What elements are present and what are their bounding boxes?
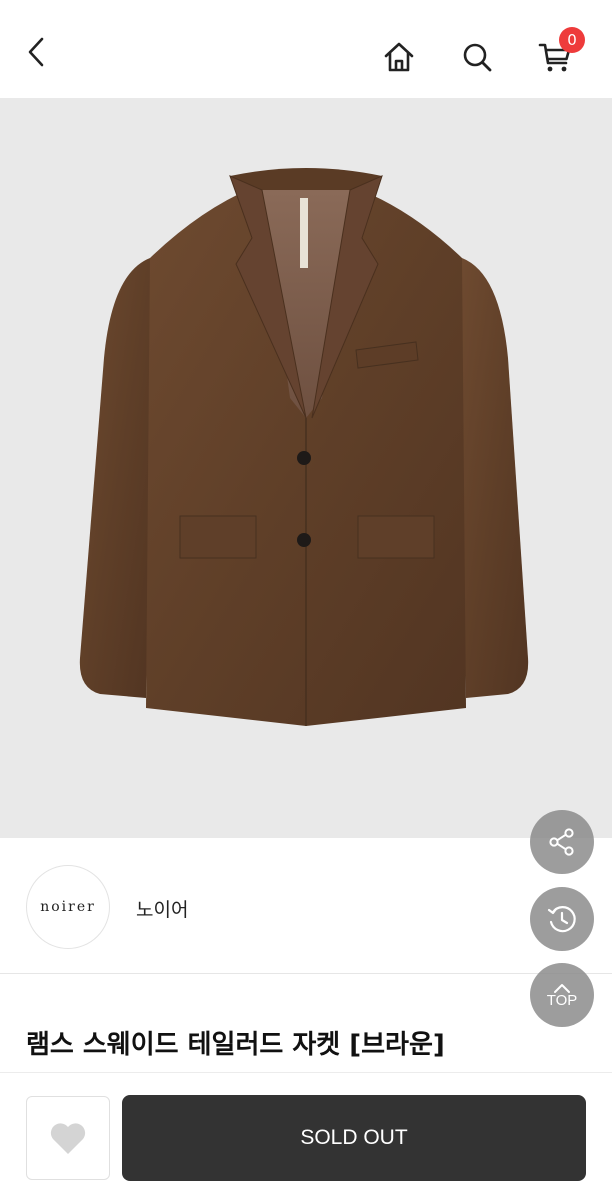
- sold-out-button[interactable]: SOLD OUT: [122, 1095, 586, 1181]
- bottom-action-bar: SOLD OUT: [0, 1072, 612, 1200]
- brand-section[interactable]: noirer 노이어: [0, 838, 612, 974]
- heart-icon: [50, 1123, 86, 1154]
- brand-logo[interactable]: noirer: [26, 865, 110, 949]
- wishlist-button[interactable]: [26, 1096, 110, 1180]
- chevron-left-icon: [28, 37, 44, 67]
- search-icon: [463, 43, 492, 72]
- home-button[interactable]: [376, 34, 422, 80]
- share-icon: [549, 828, 574, 856]
- history-icon: [547, 906, 576, 933]
- home-icon: [384, 42, 414, 72]
- top-app-bar: 0: [0, 0, 612, 98]
- scroll-top-button[interactable]: TOP: [530, 963, 594, 1027]
- search-button[interactable]: [454, 34, 500, 80]
- top-label: TOP: [546, 991, 578, 1009]
- jacket-image: [79, 168, 529, 726]
- cart-count-badge: 0: [559, 27, 585, 53]
- back-button[interactable]: [14, 30, 58, 74]
- recent-viewed-button[interactable]: [530, 887, 594, 951]
- product-title: 램스 스웨이드 테일러드 자켓 [브라운]: [26, 1030, 445, 1060]
- brand-name[interactable]: 노이어: [136, 895, 188, 922]
- product-image[interactable]: [0, 98, 612, 838]
- share-button[interactable]: [530, 810, 594, 874]
